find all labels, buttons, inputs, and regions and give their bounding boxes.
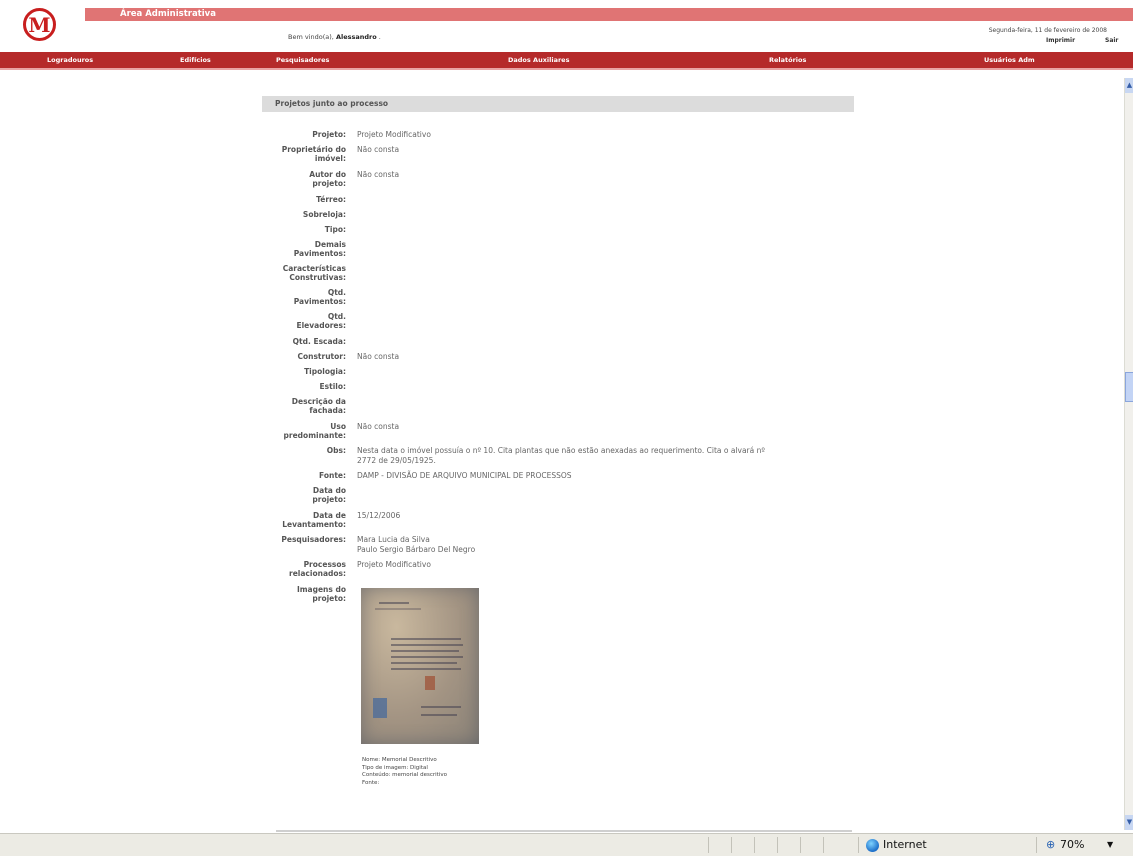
top-banner	[85, 8, 1133, 21]
site-logo[interactable]: M	[23, 8, 56, 41]
field-value-proprietario: Não consta	[357, 145, 400, 154]
print-link[interactable]: Imprimir	[1046, 37, 1075, 44]
field-label-processos-relacionados: Processos relacionados:	[289, 560, 346, 578]
user-name: Alessandro	[335, 33, 377, 41]
browser-status-bar: Internet ⊕ 70% ▼	[0, 833, 1133, 856]
field-label-tipo: Tipo:	[324, 225, 346, 234]
vertical-scrollbar[interactable]: ▲ ▼	[1124, 78, 1133, 830]
field-value-data-levantamento: 15/12/2006	[357, 511, 401, 520]
menu-item-dados-auxiliares[interactable]: Dados Auxiliares	[508, 52, 569, 68]
field-value-fonte: DAMP - DIVISÃO DE ARQUIVO MUNICIPAL DE P…	[357, 471, 572, 480]
field-label-qtd-elevadores: Qtd. Elevadores:	[296, 312, 346, 330]
stamp-icon	[373, 698, 387, 718]
field-label-projeto: Projeto:	[312, 130, 346, 139]
field-label-descricao-fachada: Descrição da fachada:	[291, 397, 346, 415]
field-label-caracteristicas: Características Construtivas:	[282, 264, 346, 282]
image-caption-type: Tipo de imagem: Digital	[362, 764, 428, 771]
menu-item-edificios[interactable]: Edifícios	[180, 52, 211, 68]
field-value-uso-predominante: Não consta	[357, 422, 400, 431]
current-date: Segunda-feira, 11 de fevereiro de 2008	[988, 27, 1107, 34]
field-label-uso-predominante: Uso predominante:	[283, 422, 346, 440]
field-value-projeto: Projeto Modificativo	[357, 130, 431, 139]
field-label-fonte: Fonte:	[319, 471, 346, 480]
section-header: Projetos junto ao processo	[262, 96, 854, 112]
field-value-autor: Não consta	[357, 170, 400, 179]
field-value-pesquisadores: Mara Lucia da Silva Paulo Sergio Bárbaro…	[357, 535, 476, 554]
field-label-tipologia: Tipologia:	[304, 367, 346, 376]
field-value-construtor: Não consta	[357, 352, 400, 361]
section-title: Projetos junto ao processo	[275, 99, 389, 108]
field-label-obs: Obs:	[326, 446, 346, 455]
content-divider	[276, 830, 852, 832]
menu-item-relatorios[interactable]: Relatórios	[769, 52, 806, 68]
field-label-imagens-projeto: Imagens do projeto:	[296, 585, 346, 603]
seal-icon	[425, 676, 435, 690]
menu-item-logradouros[interactable]: Logradouros	[47, 52, 93, 68]
logout-link[interactable]: Sair	[1105, 37, 1118, 44]
zoom-dropdown-arrow-icon[interactable]: ▼	[1107, 834, 1113, 856]
internet-zone-globe-icon	[866, 839, 879, 852]
zoom-magnifier-icon[interactable]: ⊕	[1046, 837, 1055, 853]
project-document-image[interactable]	[361, 588, 479, 744]
field-label-data-levantamento: Data de Levantamento:	[282, 511, 346, 529]
field-label-qtd-pavimentos: Qtd. Pavimentos:	[293, 288, 346, 306]
zoom-level[interactable]: 70%	[1060, 834, 1084, 856]
image-caption: Nome: Memorial Descritivo Tipo de imagem…	[362, 757, 447, 787]
image-caption-content: Conteúdo: memorial descritivo	[362, 772, 447, 778]
image-caption-name: Nome: Memorial Descritivo	[362, 757, 437, 763]
field-label-demais-pavimentos: Demais Pavimentos:	[293, 240, 346, 258]
menu-item-pesquisadores[interactable]: Pesquisadores	[276, 52, 329, 68]
field-label-estilo: Estilo:	[319, 382, 346, 391]
security-zone-label: Internet	[883, 838, 927, 851]
area-title: Área Administrativa	[120, 9, 216, 19]
menu-item-usuarios-adm[interactable]: Usuários Adm	[984, 52, 1035, 68]
welcome-message: Bem vindo(a), Alessandro .	[288, 33, 381, 41]
field-value-processos-relacionados: Projeto Modificativo	[357, 560, 431, 569]
field-label-construtor: Construtor:	[297, 352, 346, 361]
field-label-qtd-escada: Qtd. Escada:	[292, 337, 346, 346]
welcome-prefix: Bem vindo(a),	[288, 33, 334, 41]
scroll-thumb[interactable]	[1125, 372, 1133, 402]
field-label-pesquisadores: Pesquisadores:	[281, 535, 346, 544]
scroll-up-arrow-icon[interactable]: ▲	[1125, 78, 1133, 93]
field-label-autor: Autor do projeto:	[309, 170, 346, 188]
field-label-proprietario: Proprietário do imóvel:	[281, 145, 346, 163]
field-label-data-projeto: Data do projeto:	[312, 486, 346, 504]
image-caption-source: Fonte:	[362, 779, 380, 786]
main-menu: Logradouros Edifícios Pesquisadores Dado…	[0, 52, 1133, 70]
field-label-terreo: Térreo:	[316, 195, 346, 204]
welcome-suffix: .	[378, 33, 381, 41]
scroll-down-arrow-icon[interactable]: ▼	[1125, 815, 1133, 830]
field-value-obs: Nesta data o imóvel possuía o nº 10. Cit…	[357, 446, 765, 465]
logo-letter: M	[28, 12, 51, 37]
field-label-sobreloja: Sobreloja:	[302, 210, 346, 219]
